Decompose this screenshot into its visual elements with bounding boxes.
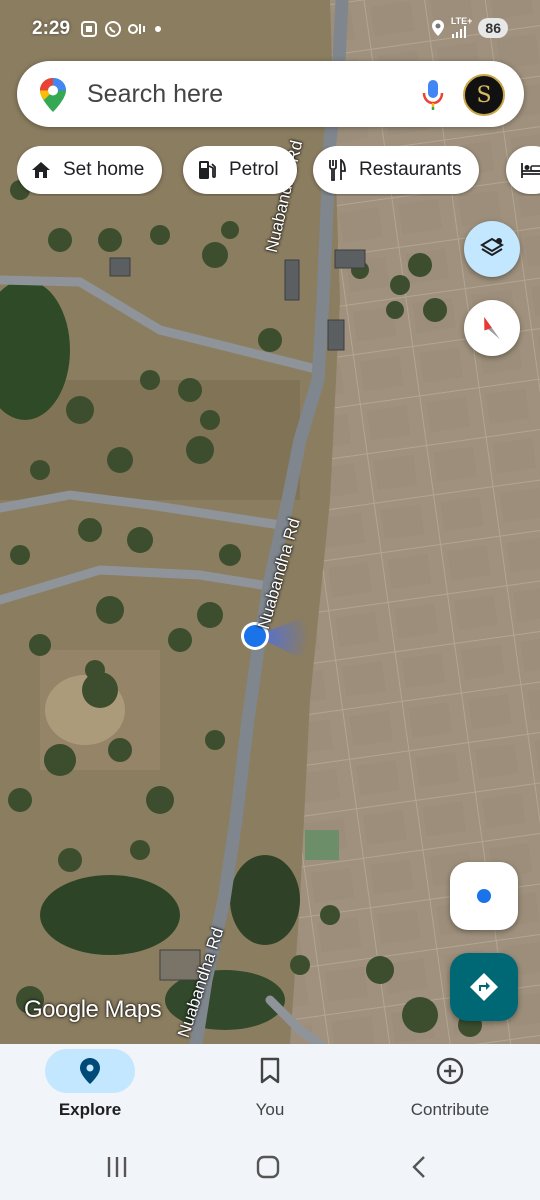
directions-button[interactable]	[450, 953, 518, 1021]
chip-label: Set home	[63, 159, 145, 180]
add-circle-icon	[436, 1057, 464, 1085]
nav-contribute[interactable]: Contribute	[360, 1044, 540, 1134]
compass-button[interactable]	[464, 300, 520, 356]
nav-contribute-pill	[405, 1049, 495, 1093]
chip-hotels[interactable]	[506, 146, 540, 194]
chip-restaurants[interactable]: Restaurants	[313, 146, 480, 194]
search-bar[interactable]: Search here S	[17, 61, 524, 127]
hotel-icon	[521, 163, 540, 178]
signal-icon	[451, 26, 466, 38]
explore-pin-icon	[80, 1058, 100, 1084]
whatsapp-icon	[105, 21, 121, 37]
my-location-button[interactable]	[450, 862, 518, 930]
restaurant-icon	[329, 159, 346, 181]
status-time: 2:29	[32, 18, 71, 39]
dot-icon	[155, 26, 161, 32]
nav-label: Contribute	[410, 1100, 490, 1119]
fuel-icon	[199, 161, 216, 179]
nav-label: Explore	[58, 1100, 122, 1119]
system-navigation-bar	[0, 1134, 540, 1200]
google-maps-attribution: Google Maps	[24, 996, 162, 1023]
vo-wifi-icon	[128, 24, 145, 34]
home-icon	[32, 162, 50, 178]
back-icon[interactable]	[407, 1154, 433, 1180]
screenshot-icon	[81, 21, 97, 37]
my-location-icon	[477, 889, 491, 903]
search-input[interactable]: Search here	[87, 80, 223, 109]
nav-you[interactable]: You	[180, 1044, 360, 1134]
recent-apps-icon[interactable]	[104, 1154, 130, 1180]
compass-icon	[484, 316, 500, 340]
nav-explore-pill	[45, 1049, 135, 1093]
nav-you-pill	[225, 1049, 315, 1093]
directions-icon	[470, 973, 498, 1001]
google-maps-pin-icon	[40, 78, 66, 112]
nav-explore[interactable]: Explore	[0, 1044, 180, 1134]
notification-icons	[80, 20, 162, 38]
bookmark-icon	[260, 1057, 280, 1084]
mic-icon[interactable]	[421, 79, 445, 111]
chip-petrol[interactable]: Petrol	[183, 146, 297, 194]
category-chips: Set home Petrol Restaurants	[17, 146, 540, 196]
status-bar: 2:29 LTE+ 86	[0, 0, 540, 60]
layers-button[interactable]	[464, 221, 520, 277]
location-icon	[431, 19, 444, 36]
layers-icon	[480, 237, 504, 257]
network-type: LTE+	[450, 16, 473, 26]
nav-label: You	[255, 1100, 285, 1119]
status-right: LTE+ 86	[431, 17, 508, 38]
chip-label: Restaurants	[359, 159, 462, 180]
chip-set-home[interactable]: Set home	[17, 146, 163, 194]
battery-level: 86	[478, 17, 508, 38]
bottom-navigation: Explore You Contribute	[0, 1044, 540, 1134]
account-avatar[interactable]: S	[463, 74, 505, 116]
chip-label: Petrol	[229, 159, 279, 180]
home-button-icon[interactable]	[255, 1154, 281, 1180]
